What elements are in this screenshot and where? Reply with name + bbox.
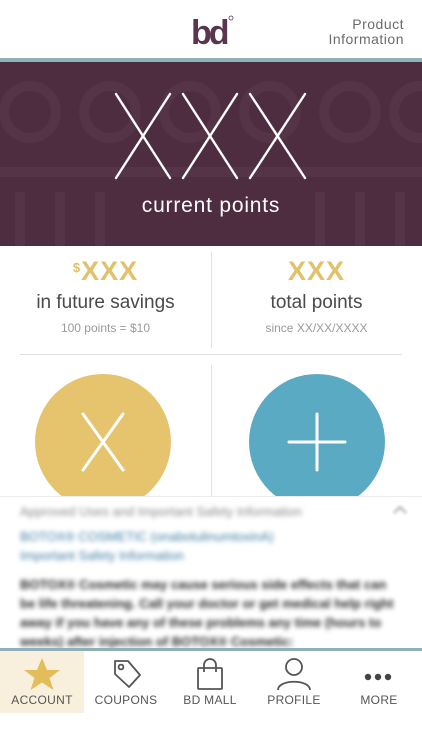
user-icon [277,658,311,691]
total-points-stat: XXX total points since XX/XX/XXXX [211,246,422,356]
shopping-bag-icon [197,658,223,690]
star-icon [24,658,60,690]
x-icon [81,412,125,472]
safety-link-line2: Important Safety Information [20,548,185,563]
tab-account[interactable]: ACCOUNT [0,651,84,713]
safety-body-text: BOTOX® Cosmetic may cause serious side e… [20,577,394,648]
bottom-safe-area [0,713,422,750]
actions-divider [211,365,212,500]
tab-profile[interactable]: PROFILE [252,651,336,713]
tab-account-label: ACCOUNT [11,693,73,707]
tab-bd-mall-label: BD MALL [183,693,237,707]
more-dots-icon [364,673,392,681]
bottom-tab-bar: ACCOUNT COUPONS BD MALL PROFILE MORE [0,651,422,713]
product-info-line1: Product [352,16,404,32]
product-information-link[interactable]: Product Information [328,17,404,47]
safety-content: Approved Uses and Important Safety Infor… [0,497,422,648]
svg-text:bd: bd [191,14,228,50]
tab-more-label: MORE [360,693,398,707]
section-divider [20,354,402,355]
add-points-button[interactable] [249,374,385,510]
current-points-label: current points [141,194,281,217]
current-points-banner: current points [0,62,422,246]
total-points-label: total points [270,292,363,313]
stats-divider [211,252,212,348]
tab-bd-mall[interactable]: BD MALL [168,651,252,713]
total-points-since-date: since XX/XX/XXXX [265,321,368,335]
chevron-up-icon[interactable] [392,505,408,515]
safety-link-line1: BOTOX® COSMETIC (onabotulinumtoxinA) [20,529,274,544]
tab-coupons[interactable]: COUPONS [84,651,168,713]
future-savings-label: in future savings [36,292,175,313]
future-savings-value: $XXX [0,256,211,287]
tab-profile-label: PROFILE [267,693,321,707]
current-points-value-graphic [114,92,307,180]
tab-more[interactable]: MORE [336,651,422,713]
bd-logo[interactable]: bd [189,12,235,50]
app-header: bd Product Information [0,0,422,58]
tag-icon [114,660,141,688]
app-screen: bd Product Information current points $X… [0,0,422,750]
product-info-line2: Information [328,31,404,47]
currency-symbol: $ [72,260,82,275]
total-points-value: XXX [287,256,346,286]
future-savings-stat: $XXX in future savings 100 points = $10 [0,246,211,356]
remove-points-button[interactable] [35,374,171,510]
plus-icon [287,412,347,472]
points-conversion-note: 100 points = $10 [60,321,151,335]
tab-coupons-label: COUPONS [94,693,158,707]
safety-information-panel[interactable]: Approved Uses and Important Safety Infor… [0,496,422,648]
future-savings-amount: XXX [81,256,139,286]
safety-info-link[interactable]: BOTOX® COSMETIC (onabotulinumtoxinA) Imp… [20,527,402,565]
safety-heading: Approved Uses and Important Safety Infor… [20,504,302,519]
